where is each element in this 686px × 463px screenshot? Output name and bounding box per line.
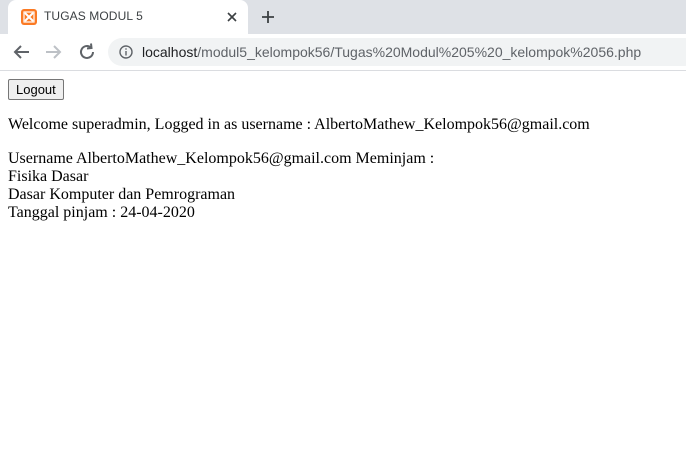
logout-button[interactable]: Logout — [8, 79, 64, 100]
reload-icon[interactable] — [76, 41, 98, 63]
book-item: Dasar Komputer dan Pemrograman — [8, 186, 236, 203]
back-arrow-icon[interactable] — [11, 41, 33, 63]
tab-strip: TUGAS MODUL 5 — [0, 0, 686, 34]
close-icon[interactable] — [225, 10, 239, 24]
loan-date: Tanggal pinjam : 24-04-2020 — [8, 204, 195, 221]
plus-icon[interactable] — [259, 8, 277, 26]
browser-window: TUGAS MODUL 5 localhost/modul5_kelompok5… — [0, 0, 686, 463]
url-text: localhost/modul5_kelompok56/Tugas%20Modu… — [142, 44, 641, 60]
browser-toolbar: localhost/modul5_kelompok56/Tugas%20Modu… — [0, 34, 686, 71]
url-host: localhost — [142, 44, 198, 60]
page-content: Logout Welcome superadmin, Logged in as … — [0, 71, 686, 463]
loan-header: Username AlbertoMathew_Kelompok56@gmail.… — [8, 150, 435, 167]
forward-arrow-icon[interactable] — [42, 41, 64, 63]
book-item: Fisika Dasar — [8, 168, 89, 185]
welcome-text: Welcome superadmin, Logged in as usernam… — [8, 116, 590, 133]
xampp-favicon-icon — [21, 9, 37, 25]
tab-title: TUGAS MODUL 5 — [44, 9, 143, 23]
loan-info: Username AlbertoMathew_Kelompok56@gmail.… — [8, 150, 434, 222]
active-tab[interactable]: TUGAS MODUL 5 — [8, 0, 248, 34]
info-icon[interactable] — [119, 45, 133, 59]
url-path: /modul5_kelompok56/Tugas%20Modul%205%20_… — [197, 44, 642, 60]
address-bar[interactable]: localhost/modul5_kelompok56/Tugas%20Modu… — [108, 38, 686, 66]
